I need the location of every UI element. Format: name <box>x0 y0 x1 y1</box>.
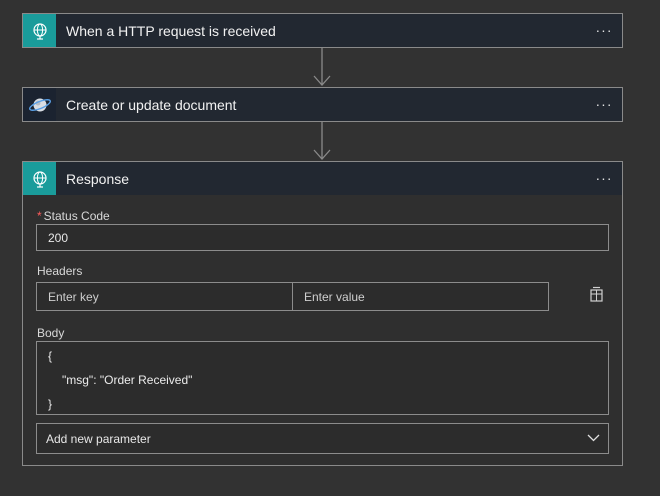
trigger-card[interactable]: When a HTTP request is received ··· <box>22 13 623 48</box>
cosmos-more-button[interactable]: ··· <box>594 95 614 113</box>
cosmos-planet-icon <box>23 88 56 121</box>
trigger-more-button[interactable]: ··· <box>594 21 614 39</box>
switch-to-text-mode-icon[interactable] <box>589 286 604 303</box>
globe-request-icon <box>23 14 56 47</box>
cosmos-card-header[interactable]: Create or update document ··· <box>23 88 622 121</box>
status-code-input[interactable]: 200 <box>36 224 609 251</box>
header-value-placeholder: Enter value <box>304 289 365 304</box>
status-code-label-text: Status Code <box>43 209 110 223</box>
cosmos-card[interactable]: Create or update document ··· <box>22 87 623 122</box>
flow-arrow-2 <box>313 122 331 160</box>
flow-arrow-1 <box>313 48 331 86</box>
body-editor[interactable]: { "msg": "Order Received" } <box>36 341 609 415</box>
header-key-input[interactable]: Enter key <box>36 282 293 311</box>
trigger-card-header[interactable]: When a HTTP request is received ··· <box>23 14 622 47</box>
cosmos-title: Create or update document <box>66 96 237 113</box>
globe-response-icon <box>23 162 56 195</box>
status-code-value: 200 <box>48 230 69 245</box>
response-more-button[interactable]: ··· <box>594 169 614 187</box>
add-new-parameter-dropdown[interactable]: Add new parameter <box>36 423 609 454</box>
trigger-title: When a HTTP request is received <box>66 22 276 39</box>
header-value-input[interactable]: Enter value <box>292 282 549 311</box>
chevron-down-icon <box>587 434 600 442</box>
response-card-body: * Status Code 200 Headers Enter key Enter… <box>23 195 622 465</box>
response-card-header[interactable]: Response ··· <box>23 162 622 195</box>
body-line: "msg": "Order Received" <box>62 373 193 387</box>
body-line: { <box>48 349 53 363</box>
status-code-label: * Status Code <box>37 209 110 223</box>
required-marker: * <box>37 209 42 223</box>
header-key-placeholder: Enter key <box>48 289 99 304</box>
response-card: Response ··· * Status Code 200 Headers En… <box>22 161 623 466</box>
headers-label: Headers <box>37 264 83 278</box>
add-new-parameter-label: Add new parameter <box>46 431 151 446</box>
response-title: Response <box>66 170 130 187</box>
body-line: } <box>48 397 53 411</box>
body-label: Body <box>37 326 65 340</box>
